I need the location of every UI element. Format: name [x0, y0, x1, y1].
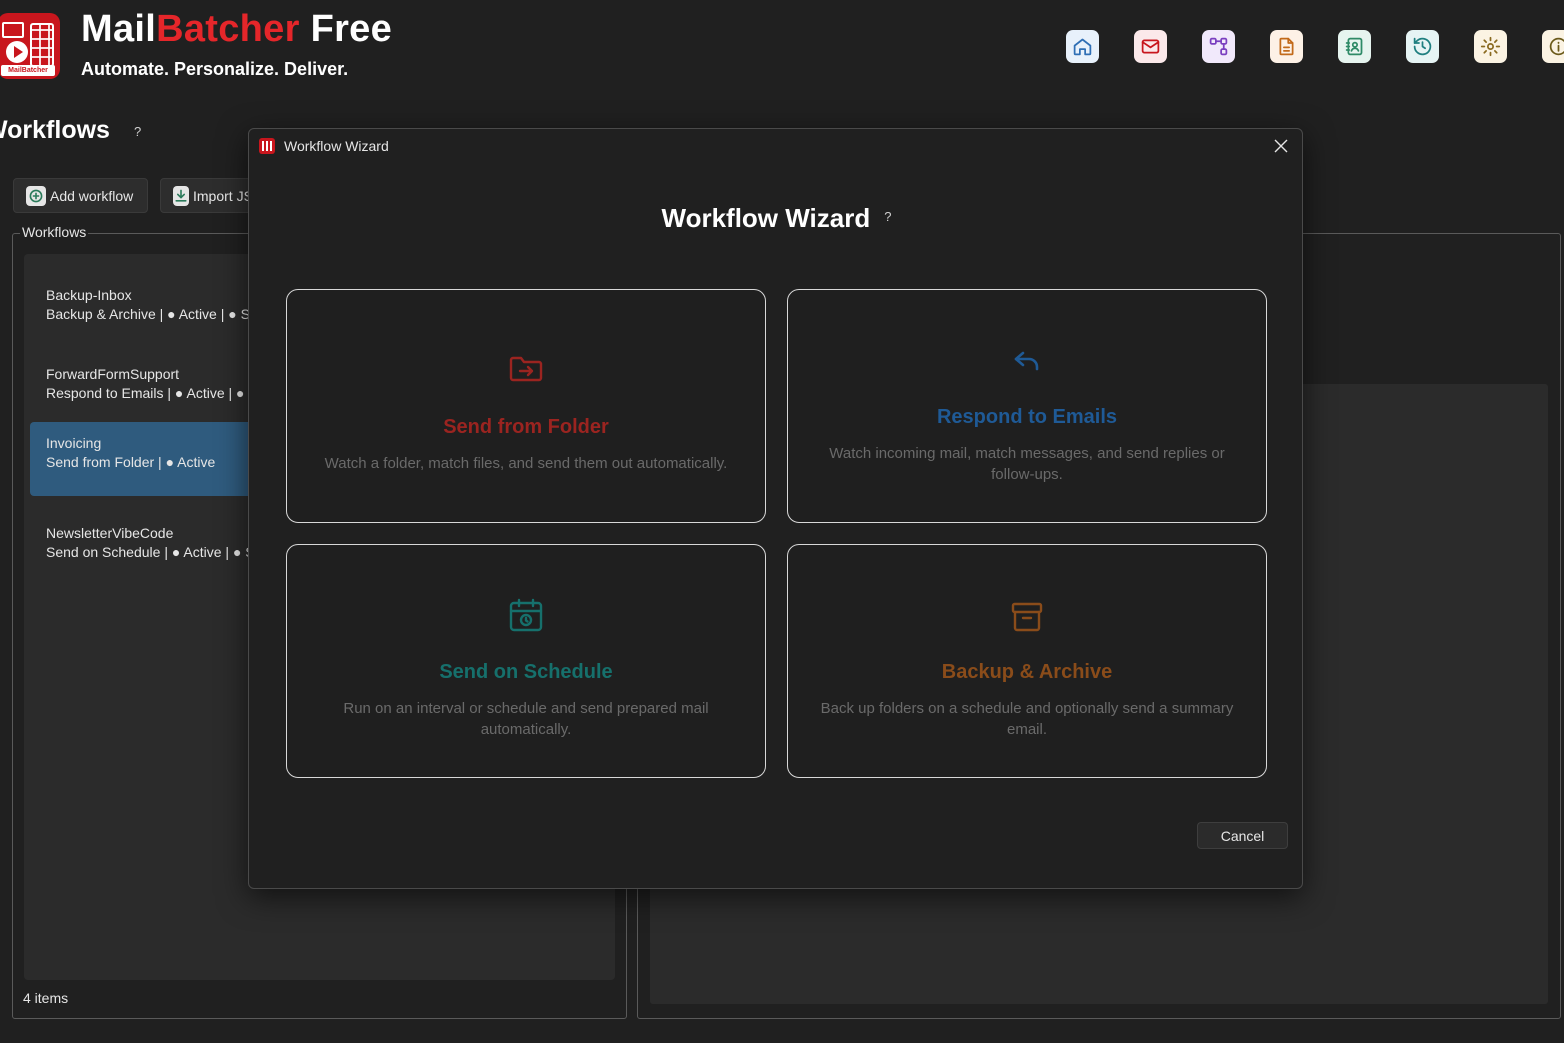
- contacts-icon: [1345, 37, 1363, 56]
- workflows-group-label: Workflows: [20, 224, 89, 240]
- templates-button[interactable]: [1270, 30, 1303, 63]
- workflow-wizard-dialog: Workflow Wizard Workflow Wizard? Send fr…: [248, 128, 1303, 889]
- card-title: Respond to Emails: [936, 406, 1118, 428]
- download-icon: [173, 185, 189, 206]
- archive-icon: [788, 601, 1266, 633]
- settings-button[interactable]: [1474, 30, 1507, 63]
- info-icon: [1549, 37, 1564, 56]
- card-send-from-folder[interactable]: Send from Folder Watch a folder, match f…: [286, 289, 766, 523]
- cancel-button[interactable]: Cancel: [1197, 822, 1288, 849]
- history-icon: [1413, 37, 1432, 56]
- folder-send-icon: [287, 354, 765, 384]
- app-title: MailBatcher Free: [81, 8, 392, 51]
- workflow-icon: [1209, 37, 1228, 56]
- reply-icon: [788, 348, 1266, 374]
- close-icon: [1274, 139, 1288, 153]
- settings-icon: [1480, 36, 1501, 57]
- envelope-icon: [2, 22, 24, 38]
- wizard-heading: Workflow Wizard?: [249, 203, 1304, 234]
- card-description: Back up folders on a schedule and option…: [820, 700, 1234, 738]
- app-logo-icon: [259, 138, 275, 154]
- workflows-button[interactable]: [1202, 30, 1235, 63]
- close-button[interactable]: [1272, 137, 1290, 155]
- dialog-window-title: Workflow Wizard: [284, 138, 389, 154]
- brand-mail: Mail: [81, 8, 157, 50]
- add-workflow-label: Add workflow: [50, 187, 134, 204]
- dialog-titlebar: Workflow Wizard: [249, 129, 1302, 163]
- info-button[interactable]: [1542, 30, 1564, 63]
- card-title: Backup & Archive: [941, 661, 1113, 683]
- page-help-icon[interactable]: ?: [134, 124, 141, 139]
- contacts-button[interactable]: [1338, 30, 1371, 63]
- document-icon: [1279, 37, 1294, 56]
- brand-free: Free: [299, 8, 393, 50]
- card-description: Run on an interval or schedule and send …: [343, 700, 709, 738]
- calendar-clock-icon: [287, 597, 765, 633]
- mail-button[interactable]: [1134, 30, 1167, 63]
- card-respond-to-emails[interactable]: Respond to Emails Watch incoming mail, m…: [787, 289, 1267, 523]
- wizard-help-icon[interactable]: ?: [884, 209, 891, 224]
- home-button[interactable]: [1066, 30, 1099, 63]
- play-icon: [6, 41, 28, 63]
- card-title: Send on Schedule: [439, 661, 613, 683]
- card-description: Watch a folder, match files, and send th…: [324, 455, 728, 472]
- app-tagline: Automate. Personalize. Deliver.: [81, 59, 349, 79]
- wizard-heading-text: Workflow Wizard: [661, 203, 871, 233]
- page-title: Workflows: [0, 116, 110, 144]
- app-header: MailBatcher MailBatcher Free Automate. P…: [0, 0, 1564, 100]
- home-icon: [1073, 38, 1092, 56]
- card-send-on-schedule[interactable]: Send on Schedule Run on an interval or s…: [286, 544, 766, 778]
- items-count: 4 items: [23, 990, 69, 1006]
- card-backup-archive[interactable]: Backup & Archive Back up folders on a sc…: [787, 544, 1267, 778]
- logo-tag: MailBatcher: [1, 65, 55, 76]
- app-logo: MailBatcher: [0, 13, 60, 79]
- add-workflow-button[interactable]: Add workflow: [13, 178, 148, 213]
- brand-batcher: Batcher: [156, 8, 300, 50]
- add-icon: [26, 185, 46, 206]
- grid-icon: [30, 23, 54, 67]
- mail-icon: [1141, 39, 1160, 54]
- history-button[interactable]: [1406, 30, 1439, 63]
- card-description: Watch incoming mail, match messages, and…: [829, 445, 1225, 483]
- card-title: Send from Folder: [443, 416, 609, 438]
